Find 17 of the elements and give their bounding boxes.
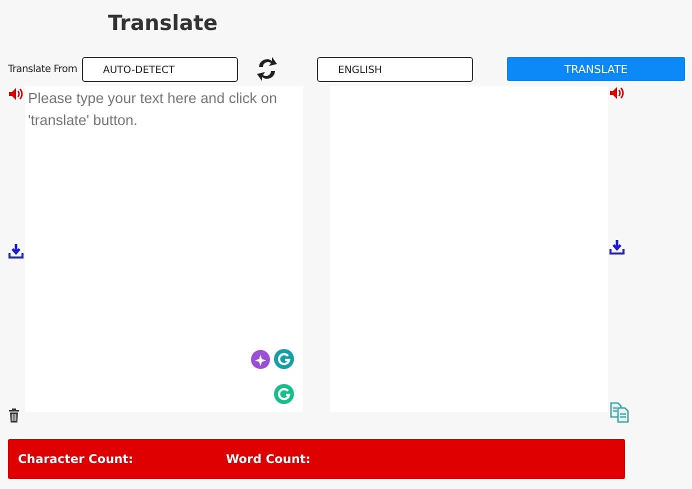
target-language-field[interactable]: ENGLISH	[317, 56, 473, 82]
character-count-label: Character Count:	[18, 452, 134, 466]
trash-icon[interactable]	[8, 408, 20, 423]
translate-button[interactable]: TRANSLATE	[507, 57, 685, 81]
download-icon[interactable]	[609, 238, 625, 254]
swap-icon[interactable]	[256, 56, 278, 82]
copy-icon[interactable]	[609, 401, 631, 423]
source-text-field[interactable]: Please type your text here and click on 'translate' button.	[25, 86, 303, 412]
word-count-label: Word Count:	[226, 452, 310, 466]
translate-from-label: Translate From	[8, 64, 78, 74]
grammar-g-icon[interactable]	[274, 349, 294, 369]
speaker-icon[interactable]	[609, 86, 625, 100]
download-icon[interactable]	[8, 242, 24, 258]
speaker-icon[interactable]	[8, 87, 24, 101]
source-language-field[interactable]: AUTO-DETECT	[82, 56, 238, 82]
sparkle-icon[interactable]	[251, 350, 270, 369]
page-title: Translate	[108, 10, 218, 37]
